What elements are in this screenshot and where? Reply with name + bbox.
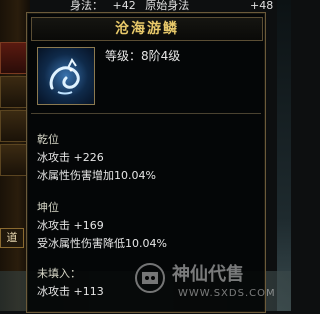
dragon-icon: [37, 47, 95, 105]
stat-value-1: +42: [112, 0, 136, 12]
section-header-qian: 乾位: [37, 133, 59, 146]
tooltip-title: 沧海游鳞: [31, 17, 263, 41]
section-header-unfilled: 未填入：: [37, 267, 81, 280]
left-panel-bar: [0, 42, 28, 74]
left-panel-bar: [0, 110, 28, 142]
stat-line: 冰攻击 +113: [37, 285, 104, 298]
stat-label-2: 原始身法: [145, 0, 190, 12]
item-tooltip: 沧海游鳞 等级：8阶4级 乾位 冰攻击 +226 冰属性伤害增加10.04% 坤…: [26, 12, 266, 313]
right-background: [277, 0, 291, 311]
stat-line: 冰攻击 +226: [37, 151, 104, 164]
top-stats-row: 身法： +42 原始身法 +48: [70, 0, 273, 12]
stat-line: 受冰属性伤害降低10.04%: [37, 237, 167, 250]
left-panel-bar: [0, 76, 28, 108]
section-header-kun: 坤位: [37, 201, 59, 214]
stat-line: 冰属性伤害增加10.04%: [37, 169, 156, 182]
left-tab-label[interactable]: 道: [0, 228, 24, 248]
divider: [31, 113, 261, 114]
stat-line: 冰攻击 +169: [37, 219, 104, 232]
stat-label-1: 身法：: [70, 0, 103, 12]
item-level: 等级：8阶4级: [105, 49, 181, 63]
stat-value-2: +48: [250, 0, 274, 12]
left-panel-bar: [0, 144, 28, 176]
